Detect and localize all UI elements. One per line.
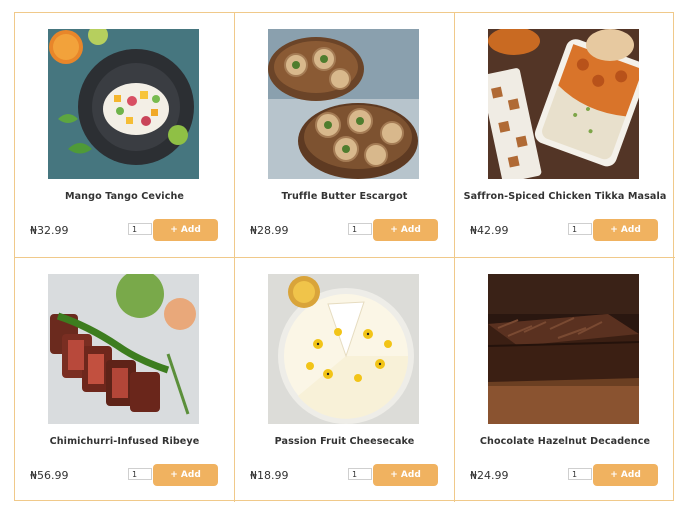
add-to-cart-button[interactable]: + Add bbox=[153, 219, 218, 241]
product-price: ₦24.99 bbox=[470, 469, 509, 482]
quantity-input[interactable] bbox=[348, 468, 372, 480]
tikka-masala-photo bbox=[488, 29, 639, 179]
cheesecake-photo bbox=[268, 274, 419, 424]
product-card: Mango Tango Ceviche ₦32.99 + Add bbox=[15, 13, 235, 258]
quantity-input[interactable] bbox=[128, 468, 152, 480]
quantity-input[interactable] bbox=[568, 223, 592, 235]
product-card: Truffle Butter Escargot ₦28.99 + Add bbox=[235, 13, 455, 258]
product-card: Chimichurri-Infused Ribeye ₦56.99 + Add bbox=[15, 258, 235, 502]
add-button-label: + Add bbox=[390, 470, 421, 480]
escargot-photo bbox=[268, 29, 419, 179]
product-price: ₦18.99 bbox=[250, 469, 289, 482]
product-card: Saffron-Spiced Chicken Tikka Masala ₦42.… bbox=[455, 13, 675, 258]
product-price: ₦28.99 bbox=[250, 224, 289, 237]
add-button-label: + Add bbox=[610, 225, 641, 235]
add-button-label: + Add bbox=[170, 225, 201, 235]
product-price: ₦56.99 bbox=[30, 469, 69, 482]
add-button-label: + Add bbox=[170, 470, 201, 480]
product-name: Passion Fruit Cheesecake bbox=[274, 436, 415, 447]
add-to-cart-button[interactable]: + Add bbox=[593, 219, 658, 241]
quantity-input[interactable] bbox=[568, 468, 592, 480]
add-to-cart-button[interactable]: + Add bbox=[373, 464, 438, 486]
add-to-cart-button[interactable]: + Add bbox=[373, 219, 438, 241]
product-name: Saffron-Spiced Chicken Tikka Masala bbox=[463, 191, 667, 202]
product-card: Chocolate Hazelnut Decadence ₦24.99 + Ad… bbox=[455, 258, 675, 502]
chocolate-cake-photo bbox=[488, 274, 639, 424]
add-button-label: + Add bbox=[390, 225, 421, 235]
add-to-cart-button[interactable]: + Add bbox=[593, 464, 658, 486]
product-name: Chocolate Hazelnut Decadence bbox=[479, 436, 651, 447]
ceviche-photo bbox=[48, 29, 199, 179]
product-grid: Mango Tango Ceviche ₦32.99 + Add bbox=[14, 12, 675, 502]
quantity-input[interactable] bbox=[348, 223, 372, 235]
product-name: Mango Tango Ceviche bbox=[64, 191, 185, 202]
quantity-input[interactable] bbox=[128, 223, 152, 235]
product-name: Truffle Butter Escargot bbox=[281, 191, 408, 202]
product-card: Passion Fruit Cheesecake ₦18.99 + Add bbox=[235, 258, 455, 502]
product-price: ₦32.99 bbox=[30, 224, 69, 237]
product-price: ₦42.99 bbox=[470, 224, 509, 237]
add-button-label: + Add bbox=[610, 470, 641, 480]
ribeye-photo bbox=[48, 274, 199, 424]
product-name: Chimichurri-Infused Ribeye bbox=[49, 436, 200, 447]
add-to-cart-button[interactable]: + Add bbox=[153, 464, 218, 486]
